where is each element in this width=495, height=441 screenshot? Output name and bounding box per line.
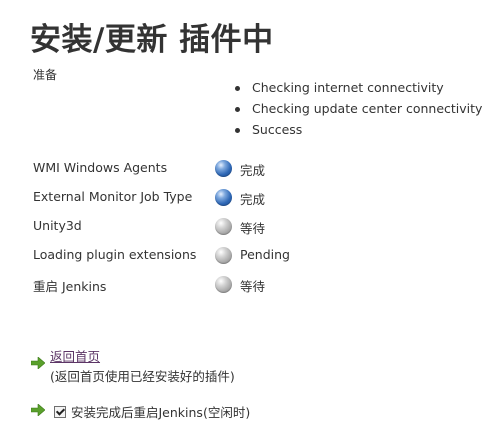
restart-label: 安装完成后重启Jenkins(空闲时)	[71, 405, 251, 420]
plugin-name: WMI Windows Agents	[33, 160, 168, 175]
plugin-row: Loading plugin extensions Pending	[33, 245, 488, 274]
plugin-status: 完成	[240, 163, 266, 178]
back-to-home-note: (返回首页使用已经安装好的插件)	[50, 369, 235, 384]
blue-ball-icon	[215, 160, 232, 177]
plugin-row: 重启 Jenkins 等待	[33, 274, 488, 303]
plugin-row: WMI Windows Agents 完成	[33, 158, 488, 187]
check-item-update-center: Checking update center connectivity	[233, 100, 482, 121]
plugin-status: 等待	[240, 279, 266, 294]
restart-checkbox[interactable]	[54, 406, 66, 418]
check-item-internet: Checking internet connectivity	[233, 79, 482, 100]
back-to-home-link[interactable]: 返回首页	[50, 346, 100, 365]
grey-ball-icon	[215, 276, 232, 293]
plugin-name: External Monitor Job Type	[33, 189, 193, 204]
check-item-success: Success	[233, 121, 482, 142]
plugin-status-list: WMI Windows Agents 完成 External Monitor J…	[33, 158, 488, 303]
plugin-status: 完成	[240, 192, 266, 207]
plugin-name: 重启 Jenkins	[33, 279, 107, 294]
connectivity-check-list: Checking internet connectivity Checking …	[233, 79, 482, 142]
green-arrow-icon	[31, 404, 45, 416]
green-arrow-icon	[31, 357, 45, 369]
plugin-status: 等待	[240, 221, 266, 236]
plugin-status: Pending	[240, 247, 290, 262]
plugin-row: Unity3d 等待	[33, 216, 488, 245]
plugin-row: External Monitor Job Type 完成	[33, 187, 488, 216]
plugin-name: Loading plugin extensions	[33, 247, 197, 262]
restart-after-install-option[interactable]: 安装完成后重启Jenkins(空闲时)	[54, 402, 250, 421]
plugin-name: Unity3d	[33, 218, 82, 233]
grey-ball-icon	[215, 218, 232, 235]
blue-ball-icon	[215, 189, 232, 206]
grey-ball-icon	[215, 247, 232, 264]
page-title: 安装/更新 插件中	[30, 22, 274, 58]
preparation-label: 准备	[33, 68, 58, 82]
